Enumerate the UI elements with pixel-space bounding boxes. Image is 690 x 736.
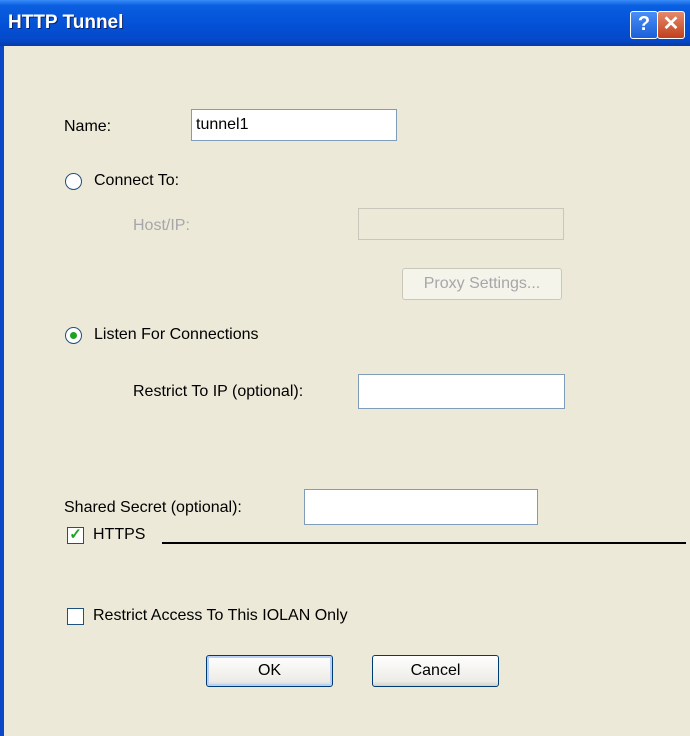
restrict-access-checkbox[interactable] <box>67 608 84 625</box>
restrict-ip-label: Restrict To IP (optional): <box>133 383 304 400</box>
help-button[interactable]: ? <box>630 11 658 39</box>
shared-secret-input[interactable] <box>304 489 538 525</box>
connect-to-radio[interactable] <box>65 173 82 190</box>
ok-button[interactable]: OK <box>206 655 333 687</box>
host-ip-input[interactable] <box>358 208 564 240</box>
https-label: HTTPS <box>93 526 146 543</box>
window-border <box>0 46 4 736</box>
name-label: Name: <box>64 118 112 135</box>
cancel-button[interactable]: Cancel <box>372 655 499 687</box>
connect-to-label: Connect To: <box>94 172 180 189</box>
close-button[interactable]: ✕ <box>657 11 685 39</box>
name-input[interactable] <box>191 109 397 141</box>
restrict-access-label: Restrict Access To This IOLAN Only <box>93 607 348 624</box>
listen-for-connections-radio[interactable] <box>65 327 82 344</box>
shared-secret-label: Shared Secret (optional): <box>64 499 242 516</box>
radio-selected-dot <box>70 332 77 339</box>
window-title: HTTP Tunnel <box>8 12 124 33</box>
https-separator-line <box>162 542 686 544</box>
host-ip-label: Host/IP: <box>133 217 190 234</box>
restrict-ip-input[interactable] <box>358 374 565 409</box>
listen-for-connections-label: Listen For Connections <box>94 326 259 343</box>
http-tunnel-dialog: HTTP Tunnel ? ✕ Name: Connect To: Host/I… <box>0 0 690 736</box>
proxy-settings-button[interactable]: Proxy Settings... <box>402 268 562 300</box>
https-checkbox[interactable]: ✓ <box>67 527 84 544</box>
title-bar[interactable]: HTTP Tunnel ? ✕ <box>0 0 690 46</box>
